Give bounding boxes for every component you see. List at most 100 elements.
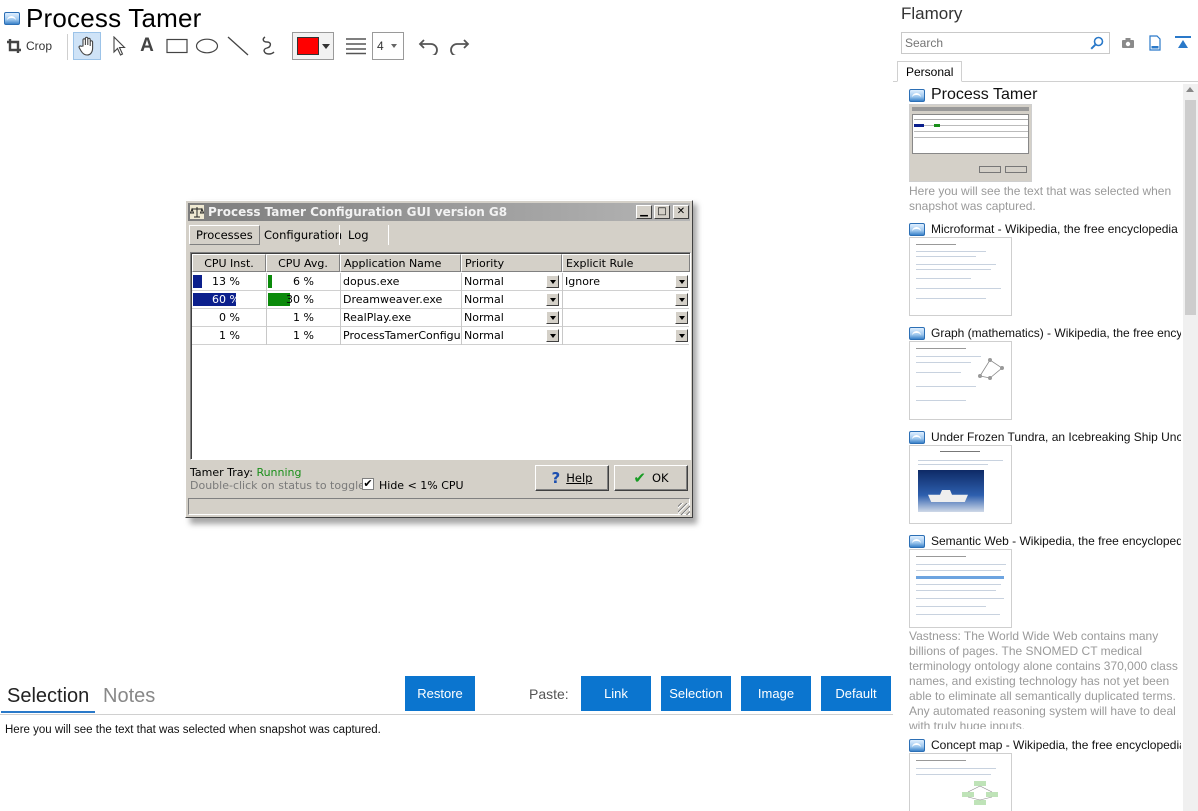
paste-link-button[interactable]: Link xyxy=(581,676,651,711)
priority-dropdown[interactable] xyxy=(546,275,559,288)
column-header[interactable]: Priority xyxy=(461,254,562,272)
close-button[interactable]: ✕ xyxy=(673,205,689,219)
scrollbar-thumb[interactable] xyxy=(1185,100,1196,315)
select-tool-button[interactable] xyxy=(107,32,131,60)
grid-line xyxy=(562,309,563,327)
paste-default-button[interactable]: Default xyxy=(821,676,891,711)
tab-personal[interactable]: Personal xyxy=(897,61,963,82)
resize-grip-icon[interactable] xyxy=(678,503,690,515)
snapshot-title: Semantic Web - Wikipedia, the free encyc… xyxy=(931,534,1181,548)
undo-button[interactable] xyxy=(416,32,442,60)
redo-button[interactable] xyxy=(446,32,472,60)
text-tool-icon: A xyxy=(140,35,154,56)
search-input[interactable] xyxy=(902,33,1082,53)
rule-dropdown[interactable] xyxy=(675,311,688,324)
cpu-inst-value: 1 % xyxy=(219,329,240,342)
tab-notes[interactable]: Notes xyxy=(97,679,161,713)
tab-processes[interactable]: Processes xyxy=(189,225,260,245)
camera-icon xyxy=(1122,38,1134,48)
snapshot-item-title[interactable]: Microformat - Wikipedia, the free encycl… xyxy=(909,222,1178,236)
line-width-button[interactable] xyxy=(342,32,370,60)
snapshot-item-title[interactable]: Under Frozen Tundra, an Icebreaking Ship… xyxy=(909,430,1181,444)
column-header[interactable]: Explicit Rule xyxy=(562,254,690,272)
minimize-button[interactable]: ▁ xyxy=(636,205,652,219)
cpu-avg-value: 30 % xyxy=(286,293,314,306)
grid-line xyxy=(562,291,563,309)
snapshot-thumbnail[interactable] xyxy=(909,753,1012,811)
snapshot-thumbnail[interactable] xyxy=(909,237,1012,316)
snapshot-item-title[interactable]: Process Tamer xyxy=(909,86,1037,104)
table-row[interactable]: 60 % 30 % Dreamweaver.exe Normal xyxy=(192,291,689,309)
rule-dropdown[interactable] xyxy=(675,293,688,306)
ok-button[interactable]: ✔ OK xyxy=(614,465,688,491)
tab-label: Processes xyxy=(196,228,253,242)
snapshot-thumbnail[interactable] xyxy=(909,445,1012,524)
pan-tool-button[interactable] xyxy=(73,32,101,60)
help-button[interactable]: ? Help xyxy=(535,465,609,491)
tray-label-text: Tamer Tray: xyxy=(190,466,253,479)
app-name: dopus.exe xyxy=(343,275,400,288)
grid-line xyxy=(461,309,462,327)
priority-dropdown[interactable] xyxy=(546,329,559,342)
pointer-icon xyxy=(113,36,126,56)
stroke-color-picker[interactable] xyxy=(292,32,334,60)
snapshot-item-title[interactable]: Concept map - Wikipedia, the free encycl… xyxy=(909,738,1181,752)
text-tool-button[interactable]: A xyxy=(135,32,159,60)
concept-map-sketch-icon xyxy=(962,781,998,805)
column-header[interactable]: CPU Avg. xyxy=(266,254,340,272)
tray-status[interactable]: Running xyxy=(256,466,301,479)
rule-dropdown[interactable] xyxy=(675,329,688,342)
dialog-status-strip xyxy=(188,498,690,515)
freehand-icon xyxy=(262,36,275,55)
snapshot-thumbnail[interactable] xyxy=(909,549,1012,628)
selected-text[interactable]: Here you will see the text that was sele… xyxy=(5,724,381,736)
snapshot-icon xyxy=(4,11,20,25)
column-header[interactable]: CPU Inst. xyxy=(192,254,266,272)
dialog-titlebar: Process Tamer Configuration GUI version … xyxy=(188,203,690,221)
freehand-tool-button[interactable] xyxy=(256,32,282,60)
priority-dropdown[interactable] xyxy=(546,311,559,324)
table-row[interactable]: 13 % 6 % dopus.exe Normal Ignore xyxy=(192,273,689,291)
line-width-select[interactable]: 4 xyxy=(372,32,404,60)
rule-dropdown[interactable] xyxy=(675,275,688,288)
search-icon[interactable] xyxy=(1090,36,1104,50)
tab-selection[interactable]: Selection xyxy=(1,679,96,713)
snapshot-icon xyxy=(909,326,925,340)
grid-line xyxy=(461,327,462,345)
table-row[interactable]: 0 % 1 % RealPlay.exe Normal xyxy=(192,309,689,327)
snapshot-desc: Here you will see the text that was sele… xyxy=(909,184,1172,213)
rectangle-tool-button[interactable] xyxy=(164,32,190,60)
tab-divider xyxy=(339,225,340,245)
crop-button[interactable]: Crop xyxy=(6,32,60,60)
table-row[interactable]: 1 % 1 % ProcessTamerConfigurat Normal xyxy=(192,327,689,345)
paste-image-button[interactable]: Image xyxy=(741,676,811,711)
hide-low-cpu-checkbox[interactable]: ✔ xyxy=(362,478,374,490)
snapshot-thumbnail[interactable] xyxy=(909,341,1012,420)
rule-value xyxy=(565,291,665,308)
restore-button[interactable]: Restore xyxy=(405,676,475,711)
maximize-button[interactable]: □ xyxy=(654,205,670,219)
snapshot-item-title[interactable]: Graph (mathematics) - Wikipedia, the fre… xyxy=(909,326,1181,340)
ellipse-tool-button[interactable] xyxy=(194,32,220,60)
chevron-down-icon xyxy=(321,43,330,49)
priority-dropdown[interactable] xyxy=(546,293,559,306)
grid-line xyxy=(461,291,462,309)
line-tool-button[interactable] xyxy=(225,32,251,60)
redo-icon xyxy=(450,39,470,55)
new-note-button[interactable] xyxy=(1147,35,1163,51)
tabs-divider xyxy=(0,714,893,715)
tab-configuration[interactable]: Configuration xyxy=(258,225,348,245)
paste-selection-button[interactable]: Selection xyxy=(661,676,731,711)
snapshot-thumbnail[interactable] xyxy=(909,104,1032,182)
scroll-up-icon[interactable] xyxy=(1186,87,1194,92)
crop-label: Crop xyxy=(26,39,53,53)
column-header[interactable]: Application Name xyxy=(340,254,461,272)
drawing-toolbar: Crop A 4 xyxy=(4,32,504,62)
camera-button[interactable] xyxy=(1120,35,1136,51)
snapshot-item-title[interactable]: Semantic Web - Wikipedia, the free encyc… xyxy=(909,534,1181,548)
dock-button[interactable] xyxy=(1175,35,1191,51)
tab-log[interactable]: Log xyxy=(342,225,375,245)
dock-top-icon xyxy=(1175,36,1191,48)
flamory-window: Process Tamer Crop A 4 Process Tamer Con… xyxy=(0,0,1198,811)
rule-value xyxy=(565,309,665,326)
